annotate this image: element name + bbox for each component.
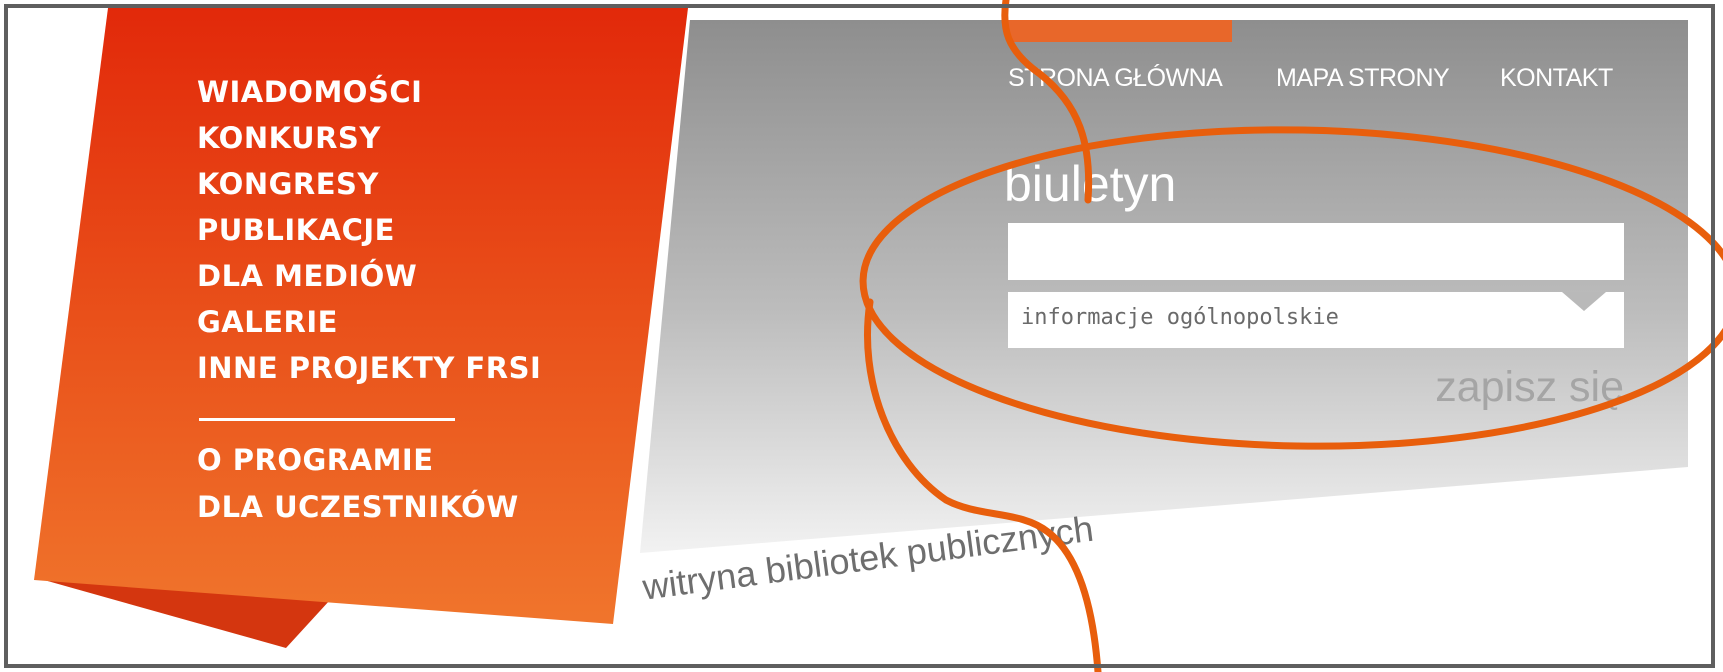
- sidebar-item-publikacje[interactable]: PUBLIKACJE: [197, 212, 395, 248]
- top-link-kontakt[interactable]: KONTAKT: [1500, 62, 1613, 94]
- newsletter-email-input[interactable]: [1008, 223, 1624, 280]
- sidebar-item-kongresy[interactable]: KONGRESY: [197, 166, 379, 202]
- newsletter-title: biuletyn: [1004, 156, 1177, 212]
- subscribe-button[interactable]: zapisz się: [1435, 362, 1624, 412]
- sidebar-item-o-programie[interactable]: O PROGRAMIE: [197, 442, 434, 478]
- top-link-mapa-strony[interactable]: MAPA STRONY: [1276, 62, 1450, 94]
- sidebar-item-galerie[interactable]: GALERIE: [197, 304, 338, 340]
- active-tab-indicator: [1008, 20, 1232, 42]
- sidebar-item-dla-uczestnikow[interactable]: DLA UCZESTNIKÓW: [197, 489, 519, 525]
- sidebar-item-inne-projekty[interactable]: INNE PROJEKTY FRSI: [197, 350, 541, 386]
- sidebar-item-konkursy[interactable]: KONKURSY: [197, 120, 381, 156]
- newsletter-list-select[interactable]: informacje ogólnopolskie: [1008, 292, 1624, 348]
- chevron-down-icon[interactable]: [1562, 292, 1606, 311]
- page-canvas: WIADOMOŚCI KONKURSY KONGRESY PUBLIKACJE …: [0, 0, 1723, 672]
- sidebar-item-dla-mediow[interactable]: DLA MEDIÓW: [197, 258, 417, 294]
- sidebar-item-wiadomosci[interactable]: WIADOMOŚCI: [197, 74, 422, 110]
- top-link-strona-glowna[interactable]: STRONA GŁÓWNA: [1008, 62, 1223, 94]
- gray-panel: [640, 20, 1688, 553]
- sidebar-divider: [199, 418, 455, 421]
- newsletter-list-selected-value: informacje ogólnopolskie: [1021, 305, 1339, 330]
